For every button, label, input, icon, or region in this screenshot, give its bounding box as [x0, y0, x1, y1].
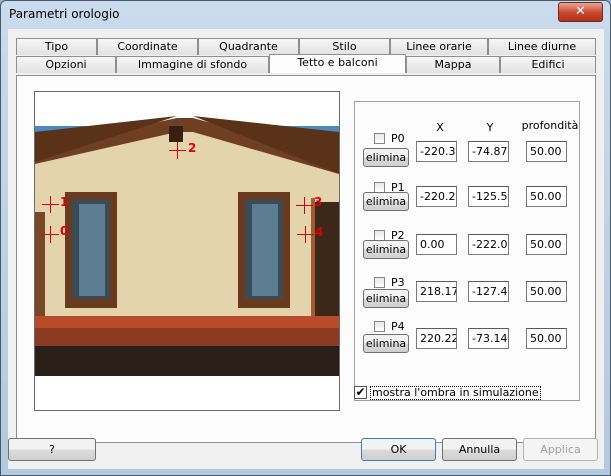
background-photo[interactable]: 2 1 0 3 4: [34, 91, 340, 411]
marker-label-1: 1: [60, 195, 69, 209]
show-shadow-checkbox[interactable]: ✔: [354, 386, 367, 399]
marker-label-3: 3: [314, 195, 323, 209]
marker-label-0: 0: [60, 224, 69, 238]
help-button[interactable]: ?: [8, 438, 96, 461]
x-field-p2[interactable]: 0.00: [416, 234, 457, 255]
point-label-p3: P3: [391, 276, 405, 289]
dialog-window: Parametri orologio ✕ Tipo Coordinate Qua…: [0, 0, 611, 476]
house-facade-image: [35, 92, 339, 410]
dialog-client-area: Tipo Coordinate Quadrante Stilo Linee or…: [8, 29, 604, 469]
tab-tetto-e-balconi[interactable]: Tetto e balconi: [269, 54, 406, 73]
marker-4[interactable]: [297, 226, 314, 243]
point-label-p4: P4: [391, 320, 405, 333]
point-checkbox-p3[interactable]: [374, 277, 385, 288]
header-y: Y: [486, 121, 494, 134]
header-x: X: [436, 121, 444, 134]
tab-quadrante[interactable]: Quadrante: [198, 38, 299, 55]
depth-field-p4[interactable]: 50.00: [526, 328, 567, 349]
x-field-p4[interactable]: 220.22: [416, 328, 457, 349]
delete-button-p0[interactable]: elimina: [363, 148, 409, 167]
y-field-p2[interactable]: -222.00: [468, 234, 509, 255]
x-field-p1[interactable]: -220.22: [416, 186, 457, 207]
marker-label-2: 2: [188, 141, 197, 155]
tab-linee-diurne[interactable]: Linee diurne: [488, 38, 596, 55]
depth-field-p2[interactable]: 50.00: [526, 234, 567, 255]
x-field-p0[interactable]: -220.38: [416, 141, 457, 162]
header-depth: profondità: [521, 119, 579, 132]
x-field-p3[interactable]: 218.17: [416, 281, 457, 302]
delete-button-p2[interactable]: elimina: [363, 240, 409, 259]
marker-3[interactable]: [296, 197, 313, 214]
marker-2[interactable]: [169, 142, 186, 159]
tab-mappa[interactable]: Mappa: [406, 56, 500, 73]
point-label-p0: P0: [391, 132, 405, 145]
tab-stilo[interactable]: Stilo: [299, 38, 390, 55]
tab-linee-orarie[interactable]: Linee orarie: [390, 38, 488, 55]
marker-1[interactable]: [42, 196, 59, 213]
delete-button-p4[interactable]: elimina: [363, 334, 409, 353]
depth-field-p1[interactable]: 50.00: [526, 186, 567, 207]
ok-button[interactable]: OK: [361, 438, 436, 461]
point-checkbox-p4[interactable]: [374, 321, 385, 332]
tab-tipo[interactable]: Tipo: [16, 38, 97, 55]
show-shadow-label[interactable]: mostra l'ombra in simulazione: [370, 386, 541, 400]
point-checkbox-p0[interactable]: [374, 133, 385, 144]
y-field-p0[interactable]: -74.87: [468, 141, 509, 162]
tab-opzioni[interactable]: Opzioni: [16, 56, 116, 73]
close-button[interactable]: ✕: [558, 2, 603, 22]
marker-0[interactable]: [42, 226, 59, 243]
apply-button[interactable]: Applica: [523, 438, 598, 461]
delete-button-p3[interactable]: elimina: [363, 289, 409, 308]
tab-edifici[interactable]: Edifici: [500, 56, 596, 73]
depth-field-p0[interactable]: 50.00: [526, 141, 567, 162]
cancel-button[interactable]: Annulla: [442, 438, 517, 461]
marker-label-4: 4: [315, 225, 324, 239]
title-bar: Parametri orologio ✕: [1, 1, 610, 28]
depth-field-p3[interactable]: 50.00: [526, 281, 567, 302]
tab-immagine-di-sfondo[interactable]: Immagine di sfondo: [116, 56, 269, 73]
y-field-p1[interactable]: -125.52: [468, 186, 509, 207]
window-title: Parametri orologio: [9, 7, 120, 21]
tab-coordinate[interactable]: Coordinate: [97, 38, 198, 55]
y-field-p3[interactable]: -127.41: [468, 281, 509, 302]
delete-button-p1[interactable]: elimina: [363, 192, 409, 211]
y-field-p4[interactable]: -73.14: [468, 328, 509, 349]
